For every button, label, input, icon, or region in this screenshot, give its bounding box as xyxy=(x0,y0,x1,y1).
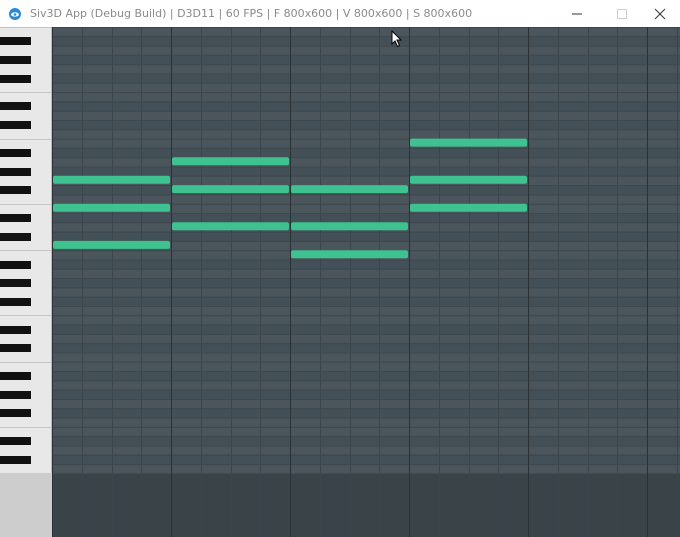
roll-row xyxy=(52,371,680,381)
roll-row xyxy=(52,408,680,418)
roll-row xyxy=(52,64,680,74)
roll-row xyxy=(52,352,680,362)
piano-black-key[interactable] xyxy=(0,437,31,446)
roll-row xyxy=(52,436,680,446)
piano-black-key[interactable] xyxy=(0,390,31,399)
piano-black-key[interactable] xyxy=(0,102,31,111)
roll-row xyxy=(52,454,680,465)
roll-row xyxy=(52,45,680,55)
piano-black-key[interactable] xyxy=(0,279,31,288)
piano-black-key[interactable] xyxy=(0,148,31,157)
roll-row xyxy=(52,333,680,344)
roll-row xyxy=(52,110,680,120)
roll-row xyxy=(52,324,680,334)
roll-row xyxy=(52,92,680,102)
roll-row xyxy=(52,380,680,390)
piano-black-key[interactable] xyxy=(0,37,31,46)
roll-row xyxy=(52,101,680,111)
roll-row xyxy=(52,194,680,204)
roll-row xyxy=(52,268,680,279)
roll-row xyxy=(52,389,680,399)
piano-black-key[interactable] xyxy=(0,214,31,222)
note-block[interactable] xyxy=(53,175,170,184)
roll-row xyxy=(52,138,680,148)
piano-black-key[interactable] xyxy=(0,232,31,241)
title-bar[interactable]: Siv3D App (Debug Build) | D3D11 | 60 FPS… xyxy=(0,0,680,27)
note-block[interactable] xyxy=(172,185,289,194)
roll-row xyxy=(52,417,680,427)
roll-row xyxy=(52,259,680,269)
roll-row xyxy=(52,296,680,306)
roll-row xyxy=(52,213,680,223)
piano-white-key-divider xyxy=(0,92,51,94)
roll-row xyxy=(52,157,680,167)
note-block[interactable] xyxy=(172,222,289,231)
piano-white-key-divider xyxy=(0,250,51,252)
note-block[interactable] xyxy=(410,203,527,212)
piano-white-key-divider xyxy=(0,426,51,428)
note-block[interactable] xyxy=(410,175,527,184)
roll-row xyxy=(52,82,680,93)
roll-row xyxy=(52,36,680,46)
roll-row xyxy=(52,231,680,241)
roll-row xyxy=(52,306,680,316)
piano-black-key[interactable] xyxy=(0,372,31,381)
piano-black-key[interactable] xyxy=(0,297,31,306)
roll-row xyxy=(52,399,680,409)
maximize-button[interactable] xyxy=(605,0,639,27)
piano-black-key[interactable] xyxy=(0,121,31,129)
minimize-button[interactable] xyxy=(560,0,594,27)
roll-row xyxy=(52,54,680,65)
note-block[interactable] xyxy=(291,222,408,231)
piano-black-key[interactable] xyxy=(0,167,31,176)
piano-white-key-divider xyxy=(0,27,51,28)
piano-footer xyxy=(0,473,52,537)
note-block[interactable] xyxy=(291,250,408,259)
roll-row xyxy=(52,73,680,83)
roll-row xyxy=(52,315,680,325)
piano-black-key[interactable] xyxy=(0,409,31,418)
piano-roll-grid[interactable] xyxy=(52,27,680,537)
roll-row xyxy=(52,166,680,176)
piano-black-key[interactable] xyxy=(0,260,31,269)
piano-black-key[interactable] xyxy=(0,55,31,64)
maximize-icon xyxy=(617,9,627,19)
note-block[interactable] xyxy=(410,138,527,147)
roll-row xyxy=(52,278,680,288)
close-icon xyxy=(654,8,666,20)
siv3d-app-icon xyxy=(8,6,22,20)
piano-roll-canvas[interactable] xyxy=(52,27,680,537)
piano-white-key-divider xyxy=(0,203,51,205)
note-block[interactable] xyxy=(172,157,289,166)
piano-keyboard[interactable] xyxy=(0,27,52,537)
minimize-icon xyxy=(572,13,582,15)
roll-row xyxy=(52,120,680,130)
roll-row xyxy=(52,27,680,37)
note-block[interactable] xyxy=(53,240,170,249)
roll-row xyxy=(52,343,680,353)
window-title: Siv3D App (Debug Build) | D3D11 | 60 FPS… xyxy=(30,7,473,20)
piano-black-key[interactable] xyxy=(0,74,31,83)
roll-row xyxy=(52,445,680,455)
piano-black-key[interactable] xyxy=(0,455,31,464)
roll-row xyxy=(52,464,680,474)
note-block[interactable] xyxy=(291,185,408,194)
note-block[interactable] xyxy=(53,203,170,212)
roll-row xyxy=(52,129,680,139)
piano-black-key[interactable] xyxy=(0,186,31,195)
piano-black-key[interactable] xyxy=(0,325,31,334)
roll-row xyxy=(52,361,680,372)
piano-black-key[interactable] xyxy=(0,344,31,353)
mouse-cursor-icon xyxy=(391,30,403,48)
piano-white-key-divider xyxy=(0,138,51,140)
close-button[interactable] xyxy=(643,0,677,27)
roll-row xyxy=(52,147,680,158)
roll-row xyxy=(52,287,680,297)
roll-row xyxy=(52,426,680,437)
piano-white-key-divider xyxy=(0,361,51,363)
piano-white-key-divider xyxy=(0,315,51,317)
